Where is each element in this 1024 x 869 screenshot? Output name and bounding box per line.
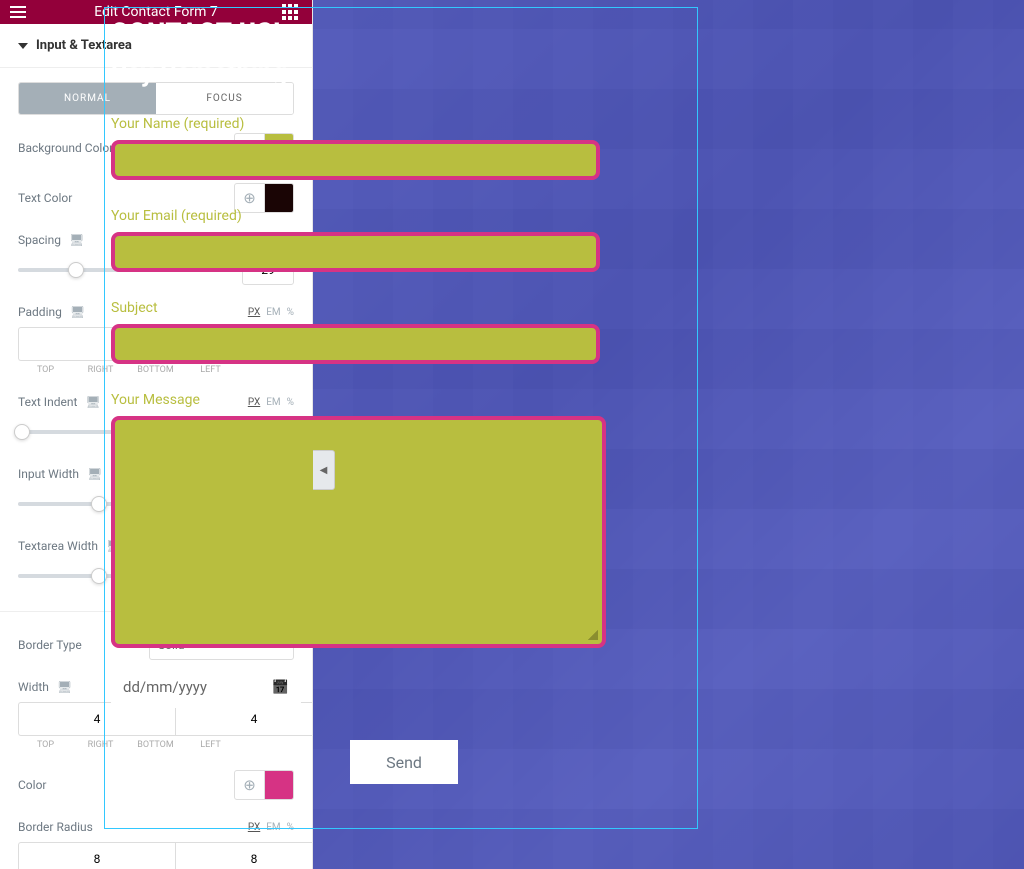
form-title: CONTACT US!	[111, 18, 697, 48]
message-label: Your Message	[111, 392, 697, 408]
border-radius-label: Border Radius	[18, 820, 93, 834]
responsive-icon[interactable]: 🖥	[85, 395, 100, 409]
textarea-width-label: Textarea Width	[18, 539, 98, 553]
input-width-label: Input Width	[18, 467, 79, 481]
email-input[interactable]	[111, 232, 600, 272]
calendar-icon	[272, 678, 289, 696]
send-button[interactable]: Send	[350, 740, 458, 784]
responsive-icon[interactable]: 🖥	[70, 305, 85, 319]
responsive-icon[interactable]: 🖥	[69, 233, 84, 247]
bg-color-label: Background Color	[18, 141, 113, 155]
padding-label: Padding	[18, 305, 62, 319]
subject-label: Subject	[111, 300, 697, 316]
email-label: Your Email (required)	[111, 208, 697, 224]
date-placeholder: dd/mm/yyyy	[123, 678, 207, 696]
widget-selection-outline[interactable]: CONTACT US! Say Something Your Name (req…	[104, 7, 698, 829]
message-textarea[interactable]	[111, 416, 606, 648]
preview-area: ◀ CONTACT US! Say Something Your Name (r…	[313, 0, 1024, 869]
contact-form: CONTACT US! Say Something Your Name (req…	[105, 8, 697, 828]
panel-collapse-handle[interactable]: ◀	[313, 450, 335, 490]
border-width-label: Width	[18, 680, 49, 694]
text-indent-label: Text Indent	[18, 395, 77, 409]
name-label: Your Name (required)	[111, 116, 697, 132]
responsive-icon[interactable]: 🖥	[57, 680, 72, 694]
hamburger-icon[interactable]	[10, 0, 34, 24]
border-type-label: Border Type	[18, 638, 82, 652]
text-color-label: Text Color	[18, 191, 72, 205]
subject-input[interactable]	[111, 324, 600, 364]
date-input[interactable]: dd/mm/yyyy	[111, 666, 301, 708]
caret-down-icon	[18, 43, 28, 49]
border-radius-right[interactable]	[175, 842, 313, 869]
responsive-icon[interactable]: 🖥	[87, 467, 102, 481]
border-color-label: Color	[18, 778, 46, 792]
border-radius-top[interactable]	[18, 842, 175, 869]
form-subtitle: Say Something	[111, 58, 697, 88]
name-input[interactable]	[111, 140, 600, 180]
spacing-label: Spacing	[18, 233, 61, 247]
